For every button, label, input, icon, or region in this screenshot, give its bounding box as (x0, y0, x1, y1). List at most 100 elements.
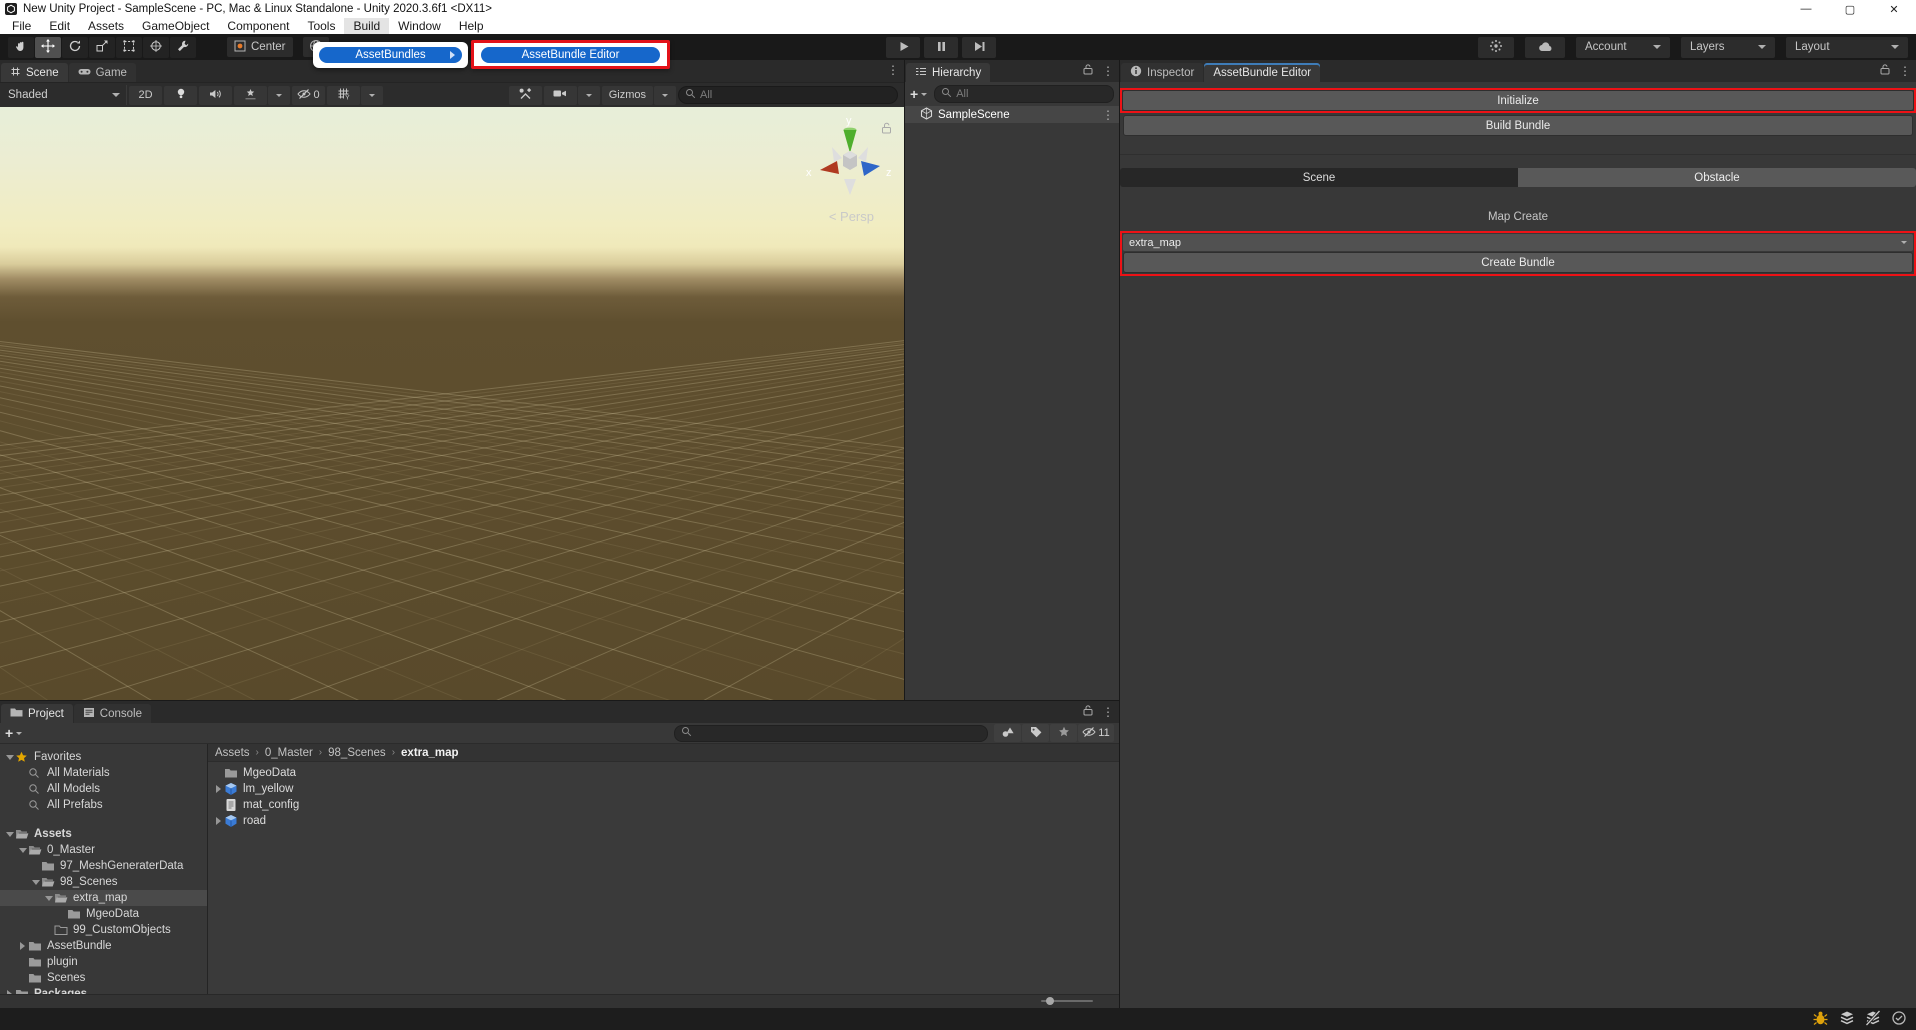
hand-tool-button[interactable] (8, 37, 34, 58)
breadcrumb-item-extra_map[interactable]: extra_map (401, 747, 459, 759)
tree-item-98-scenes[interactable]: 98_Scenes (0, 874, 207, 890)
hierarchy-search-input[interactable]: All (934, 85, 1114, 103)
rect-tool-button[interactable] (116, 37, 142, 58)
maximize-button[interactable]: ▢ (1828, 0, 1872, 18)
breadcrumb-item-assets[interactable]: Assets (215, 747, 250, 759)
tree-item-favorites[interactable]: Favorites (0, 749, 207, 765)
project-search-input[interactable] (674, 725, 988, 742)
scene-audio-button[interactable] (199, 86, 232, 105)
menu-item-tools[interactable]: Tools (298, 18, 344, 34)
tree-item-assetbundle[interactable]: AssetBundle (0, 938, 207, 954)
tree-item-all-materials[interactable]: All Materials (0, 765, 207, 781)
menu-item-component[interactable]: Component (218, 18, 298, 34)
add-gameobject-button[interactable]: + (910, 86, 927, 102)
menu-item-assetbundle-editor[interactable]: AssetBundle Editor (481, 47, 660, 63)
tree-item-mgeodata[interactable]: MgeoData (0, 906, 207, 922)
rotate-tool-button[interactable] (62, 37, 88, 58)
tab-project[interactable]: Project (1, 704, 73, 723)
lock-icon[interactable] (1083, 64, 1093, 78)
lock-icon[interactable] (1880, 64, 1890, 78)
scene-panel-menu-icon[interactable]: ⋮ (887, 64, 899, 76)
progress-activity-button[interactable] (1478, 37, 1514, 58)
scene-row-menu-icon[interactable]: ⋮ (1102, 109, 1114, 121)
step-button[interactable] (962, 37, 996, 58)
scene-effects-button[interactable] (234, 86, 267, 105)
perspective-toggle[interactable]: < Persp (829, 209, 874, 224)
tab-assetbundle-editor[interactable]: AssetBundle Editor (1204, 63, 1320, 82)
transform-tool-button[interactable] (143, 37, 169, 58)
scene-camera-dropdown[interactable] (578, 86, 600, 105)
menu-item-edit[interactable]: Edit (40, 18, 79, 34)
expander-closed-icon[interactable] (17, 942, 28, 950)
file-item-road[interactable]: road (208, 813, 1119, 829)
tree-item-99-customobjects[interactable]: 99_CustomObjects (0, 922, 207, 938)
tree-item-scenes[interactable]: Scenes (0, 970, 207, 986)
cache-server-off-icon[interactable] (1865, 1010, 1881, 1029)
expander-open-icon[interactable] (17, 848, 28, 853)
breadcrumb-item-98_scenes[interactable]: 98_Scenes (328, 747, 386, 759)
tab-scene[interactable]: Scene (1, 63, 68, 82)
tree-item-all-prefabs[interactable]: All Prefabs (0, 797, 207, 813)
cloud-services-button[interactable] (1525, 37, 1565, 58)
play-button[interactable] (886, 37, 920, 58)
tab-hierarchy[interactable]: Hierarchy (906, 63, 990, 82)
scene-search-input[interactable]: All (678, 86, 898, 104)
scene-effects-dropdown[interactable] (268, 86, 290, 105)
cache-server-icon[interactable] (1839, 1010, 1855, 1029)
expander-closed-icon[interactable] (213, 785, 224, 793)
tree-item-assets[interactable]: Assets (0, 826, 207, 842)
create-asset-button[interactable]: + (5, 725, 22, 741)
tree-item-extra-map[interactable]: extra_map (0, 890, 207, 906)
scale-tool-button[interactable] (89, 37, 115, 58)
tree-item-packages[interactable]: Packages (0, 986, 207, 994)
expander-open-icon[interactable] (4, 832, 15, 837)
grid-snapping-button[interactable]: Y (327, 86, 360, 105)
hierarchy-menu-icon[interactable]: ⋮ (1102, 65, 1114, 77)
hidden-packages-count[interactable]: 11 (1078, 724, 1114, 742)
tree-item-plugin[interactable]: plugin (0, 954, 207, 970)
gizmos-caret[interactable] (654, 86, 676, 105)
tasks-done-icon[interactable] (1891, 1010, 1907, 1029)
menu-item-help[interactable]: Help (450, 18, 493, 34)
map-select-dropdown[interactable]: extra_map (1123, 234, 1913, 251)
project-menu-icon[interactable]: ⋮ (1102, 706, 1114, 718)
thumbnail-zoom-slider[interactable] (1041, 1000, 1093, 1002)
gizmo-lock-icon[interactable] (881, 122, 892, 137)
close-button[interactable]: ✕ (1872, 0, 1916, 18)
search-by-type-button[interactable] (994, 724, 1021, 742)
initialize-button[interactable]: Initialize (1122, 90, 1914, 111)
debug-bug-icon[interactable] (1812, 1010, 1829, 1029)
expander-open-icon[interactable] (4, 755, 15, 760)
file-item-mat-config[interactable]: mat_config (208, 797, 1119, 813)
hierarchy-item-samplescene[interactable]: SampleScene ⋮ (905, 106, 1119, 123)
scene-viewport[interactable]: y x z < Persp (0, 107, 904, 700)
custom-tool-button[interactable] (170, 37, 196, 58)
menu-item-file[interactable]: File (3, 18, 40, 34)
favorites-star-button[interactable] (1050, 724, 1077, 742)
scene-tools-button[interactable] (509, 86, 542, 105)
expander-open-icon[interactable] (30, 880, 41, 885)
create-bundle-button[interactable]: Create Bundle (1123, 252, 1913, 273)
expander-closed-icon[interactable] (213, 817, 224, 825)
file-item-mgeodata[interactable]: MgeoData (208, 765, 1119, 781)
search-by-label-button[interactable] (1022, 724, 1049, 742)
tree-item-97-meshgeneraterdata[interactable]: 97_MeshGeneraterData (0, 858, 207, 874)
tab-console[interactable]: Console (74, 704, 151, 723)
pivot-mode-button[interactable]: Center (227, 37, 293, 57)
file-item-lm-yellow[interactable]: lm_yellow (208, 781, 1119, 797)
menu-item-gameobject[interactable]: GameObject (133, 18, 218, 34)
minimize-button[interactable]: — (1784, 0, 1828, 18)
pause-button[interactable] (924, 37, 958, 58)
menu-item-assetbundles[interactable]: AssetBundles (319, 47, 462, 63)
inspector-menu-icon[interactable]: ⋮ (1899, 65, 1911, 77)
mode-tab-scene[interactable]: Scene (1120, 168, 1518, 187)
expander-open-icon[interactable] (43, 896, 54, 901)
tab-inspector[interactable]: Inspector (1121, 63, 1203, 82)
layers-dropdown[interactable]: Layers (1681, 37, 1775, 58)
menu-item-assets[interactable]: Assets (79, 18, 133, 34)
gizmos-dropdown[interactable]: Gizmos (602, 86, 653, 105)
tree-item-0-master[interactable]: 0_Master (0, 842, 207, 858)
scene-visibility-button[interactable]: 0 (292, 86, 325, 105)
account-dropdown[interactable]: Account (1576, 37, 1670, 58)
grid-snapping-dropdown[interactable] (361, 86, 383, 105)
